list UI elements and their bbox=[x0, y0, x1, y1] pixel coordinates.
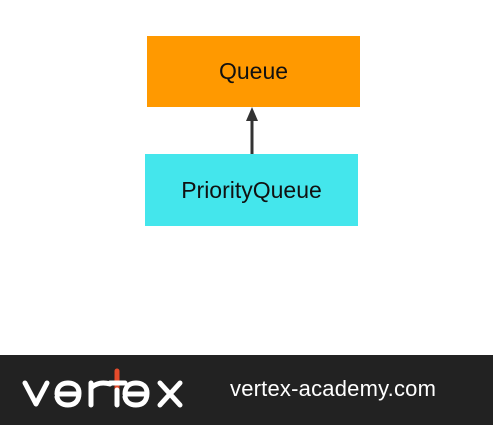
vertex-logo-icon: vertex bbox=[22, 368, 183, 408]
footer-banner: vertex vertex-academy.com bbox=[0, 355, 493, 425]
site-url: vertex-academy.com bbox=[230, 376, 437, 401]
class-diagram: Queue PriorityQueue bbox=[0, 0, 493, 355]
priorityqueue-class-box: PriorityQueue bbox=[145, 154, 358, 226]
priorityqueue-class-label: PriorityQueue bbox=[181, 176, 322, 203]
